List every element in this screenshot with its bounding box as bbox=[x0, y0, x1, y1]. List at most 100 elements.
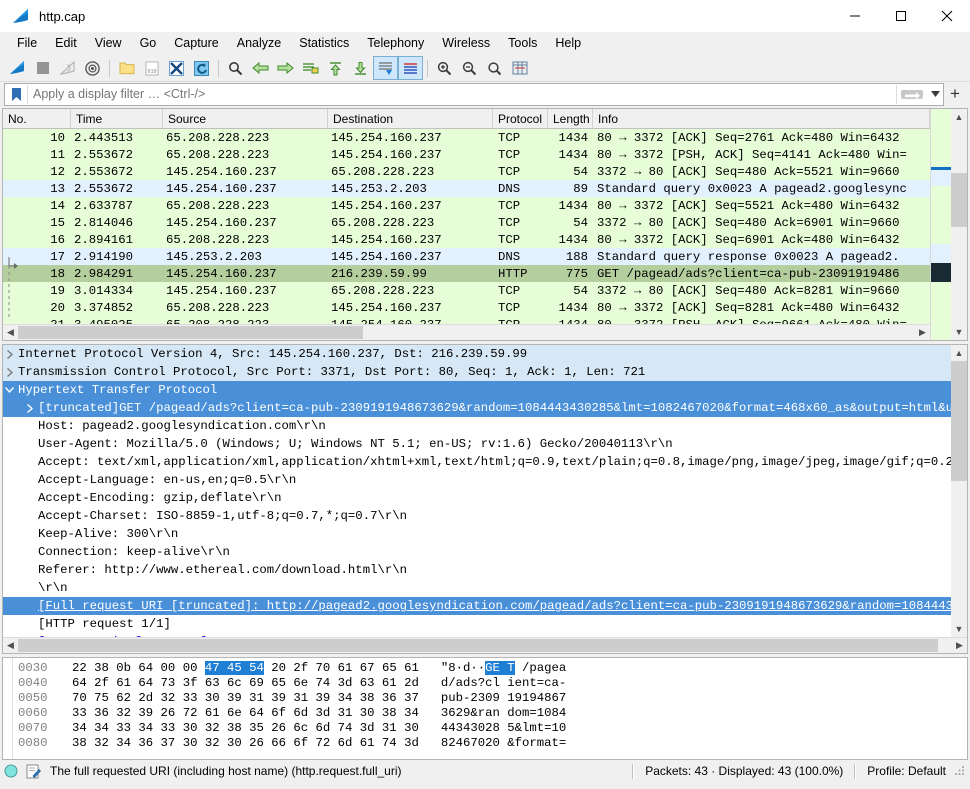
detail-tree-row[interactable]: Accept: text/xml,application/xml,applica… bbox=[3, 453, 951, 471]
table-row[interactable]: 20 3.374852 65.208.228.223 145.254.160.237 T… bbox=[3, 299, 930, 316]
details-vscroll-up-arrow-icon[interactable]: ▲ bbox=[951, 345, 967, 361]
auto-scroll-icon[interactable] bbox=[373, 56, 398, 80]
menu-statistics[interactable]: Statistics bbox=[290, 33, 358, 54]
details-hscroll-left-arrow-icon[interactable]: ◀ bbox=[3, 638, 18, 653]
menu-help[interactable]: Help bbox=[546, 33, 590, 54]
minimap-track[interactable] bbox=[931, 109, 951, 340]
zoom-out-icon[interactable] bbox=[457, 56, 482, 80]
menu-analyze[interactable]: Analyze bbox=[228, 33, 290, 54]
details-vscroll-thumb[interactable] bbox=[951, 361, 967, 481]
details-vscroll-track[interactable] bbox=[951, 361, 967, 621]
column-header-info[interactable]: Info bbox=[593, 109, 930, 128]
packet-list-minimap-scrollbar[interactable]: ▲ ▼ bbox=[930, 109, 967, 340]
table-row[interactable]: 13 2.553672 145.254.160.237 145.253.2.203 DN… bbox=[3, 180, 930, 197]
colorize-packets-icon[interactable] bbox=[398, 56, 423, 80]
table-row[interactable]: 14 2.633787 65.208.228.223 145.254.160.237 T… bbox=[3, 197, 930, 214]
packet-details-tree[interactable]: Internet Protocol Version 4, Src: 145.25… bbox=[3, 345, 951, 637]
detail-tree-row[interactable]: User-Agent: Mozilla/5.0 (Windows; U; Win… bbox=[3, 435, 951, 453]
hex-dump-row[interactable]: 0030 22 38 0b 64 00 00 47 45 54 20 2f 70 … bbox=[18, 660, 967, 675]
detail-tree-row[interactable]: Connection: keep-alive\r\n bbox=[3, 543, 951, 561]
capture-ready-circle-icon[interactable] bbox=[0, 764, 22, 778]
save-file-icon[interactable]: 010 bbox=[139, 56, 164, 80]
packet-list-vscrollbar[interactable]: ▲ ▼ bbox=[951, 109, 967, 340]
stop-capture-icon[interactable] bbox=[30, 56, 55, 80]
detail-tree-row[interactable]: Keep-Alive: 300\r\n bbox=[3, 525, 951, 543]
chevron-right-icon[interactable] bbox=[23, 403, 36, 413]
reload-file-icon[interactable] bbox=[189, 56, 214, 80]
resize-grip-icon[interactable] bbox=[954, 764, 968, 778]
column-header-destination[interactable]: Destination bbox=[328, 109, 493, 128]
go-forward-icon[interactable] bbox=[273, 56, 298, 80]
menu-go[interactable]: Go bbox=[131, 33, 166, 54]
detail-tree-row[interactable]: Transmission Control Protocol, Src Port:… bbox=[3, 363, 951, 381]
column-header-source[interactable]: Source bbox=[163, 109, 328, 128]
zoom-reset-icon[interactable] bbox=[482, 56, 507, 80]
menu-wireless[interactable]: Wireless bbox=[433, 33, 499, 54]
open-file-icon[interactable] bbox=[114, 56, 139, 80]
detail-tree-row[interactable]: [Full request URI [truncated]: http://pa… bbox=[3, 597, 951, 615]
display-filter-container[interactable] bbox=[4, 82, 944, 106]
menu-edit[interactable]: Edit bbox=[46, 33, 86, 54]
details-hscroll-right-arrow-icon[interactable]: ▶ bbox=[952, 638, 967, 653]
table-row[interactable]: 10 2.443513 65.208.228.223 145.254.160.237 T… bbox=[3, 129, 930, 146]
vscroll-thumb[interactable] bbox=[951, 173, 967, 227]
details-hscrollbar[interactable]: ◀ ▶ bbox=[3, 637, 967, 653]
hscroll-left-arrow-icon[interactable]: ◀ bbox=[3, 325, 18, 340]
details-vscroll-down-arrow-icon[interactable]: ▼ bbox=[951, 621, 967, 637]
go-to-last-packet-icon[interactable] bbox=[348, 56, 373, 80]
menu-telephony[interactable]: Telephony bbox=[358, 33, 433, 54]
vscroll-up-arrow-icon[interactable]: ▲ bbox=[951, 109, 967, 125]
chevron-down-icon[interactable] bbox=[3, 386, 16, 394]
menu-file[interactable]: File bbox=[8, 33, 46, 54]
detail-tree-row[interactable]: Accept-Charset: ISO-8859-1,utf-8;q=0.7,*… bbox=[3, 507, 951, 525]
detail-tree-row[interactable]: Referer: http://www.ethereal.com/downloa… bbox=[3, 561, 951, 579]
details-hscroll-thumb[interactable] bbox=[18, 639, 938, 652]
zoom-in-icon[interactable] bbox=[432, 56, 457, 80]
hscroll-thumb[interactable] bbox=[18, 326, 363, 339]
column-header-length[interactable]: Length bbox=[548, 109, 593, 128]
detail-tree-row[interactable]: Internet Protocol Version 4, Src: 145.25… bbox=[3, 345, 951, 363]
hex-dump-row[interactable]: 0050 70 75 62 2d 32 33 30 39 31 39 31 39 … bbox=[18, 690, 967, 705]
detail-tree-row[interactable]: Accept-Language: en-us,en;q=0.5\r\n bbox=[3, 471, 951, 489]
hscroll-track[interactable] bbox=[18, 325, 915, 340]
table-row[interactable]: 17 2.914190 145.253.2.203 145.254.160.237 DN… bbox=[3, 248, 930, 265]
close-button[interactable] bbox=[924, 0, 970, 32]
packet-bytes-rows[interactable]: 0030 22 38 0b 64 00 00 47 45 54 20 2f 70 … bbox=[13, 658, 967, 759]
chevron-down-icon[interactable] bbox=[927, 85, 943, 104]
table-row[interactable]: 12 2.553672 145.254.160.237 65.208.228.223 T… bbox=[3, 163, 930, 180]
detail-tree-row[interactable]: \r\n bbox=[3, 579, 951, 597]
detail-tree-row[interactable]: [HTTP request 1/1] bbox=[3, 615, 951, 633]
resize-columns-icon[interactable] bbox=[507, 56, 532, 80]
details-hscroll-track[interactable] bbox=[18, 638, 952, 653]
table-row[interactable]: 16 2.894161 65.208.228.223 145.254.160.237 T… bbox=[3, 231, 930, 248]
column-header-protocol[interactable]: Protocol bbox=[493, 109, 548, 128]
go-to-packet-icon[interactable] bbox=[298, 56, 323, 80]
detail-tree-row[interactable]: [truncated]GET /pagead/ads?client=ca-pub… bbox=[3, 399, 951, 417]
column-header-no[interactable]: No. bbox=[3, 109, 71, 128]
detail-tree-row[interactable]: Host: pagead2.googlesyndication.com\r\n bbox=[3, 417, 951, 435]
table-row[interactable]: 18 2.984291 145.254.160.237 216.239.59.99 HT… bbox=[3, 265, 930, 282]
menu-view[interactable]: View bbox=[86, 33, 131, 54]
vscroll-track[interactable] bbox=[951, 125, 967, 324]
restart-capture-icon[interactable] bbox=[55, 56, 80, 80]
start-capture-icon[interactable] bbox=[5, 56, 30, 80]
chevron-right-icon[interactable] bbox=[3, 367, 16, 377]
add-filter-button[interactable]: + bbox=[944, 84, 966, 105]
detail-tree-row[interactable]: Hypertext Transfer Protocol bbox=[3, 381, 951, 399]
detail-tree-row[interactable]: Accept-Encoding: gzip,deflate\r\n bbox=[3, 489, 951, 507]
find-packet-icon[interactable] bbox=[223, 56, 248, 80]
hscroll-right-arrow-icon[interactable]: ▶ bbox=[915, 325, 930, 340]
table-row[interactable]: 213.49502565.208.228.223145.254.160.237T… bbox=[3, 316, 930, 324]
close-file-icon[interactable] bbox=[164, 56, 189, 80]
chevron-right-icon[interactable] bbox=[3, 349, 16, 359]
display-filter-input[interactable] bbox=[28, 86, 896, 102]
maximize-button[interactable] bbox=[878, 0, 924, 32]
edit-note-icon[interactable] bbox=[22, 764, 44, 779]
go-to-first-packet-icon[interactable] bbox=[323, 56, 348, 80]
details-vscrollbar[interactable]: ▲ ▼ bbox=[951, 345, 967, 637]
packet-list-hscrollbar[interactable]: ◀ ▶ bbox=[3, 324, 930, 340]
menu-tools[interactable]: Tools bbox=[499, 33, 546, 54]
table-row[interactable]: 15 2.814046 145.254.160.237 65.208.228.223 T… bbox=[3, 214, 930, 231]
minimize-button[interactable] bbox=[832, 0, 878, 32]
table-row[interactable]: 19 3.014334 145.254.160.237 65.208.228.223 T… bbox=[3, 282, 930, 299]
